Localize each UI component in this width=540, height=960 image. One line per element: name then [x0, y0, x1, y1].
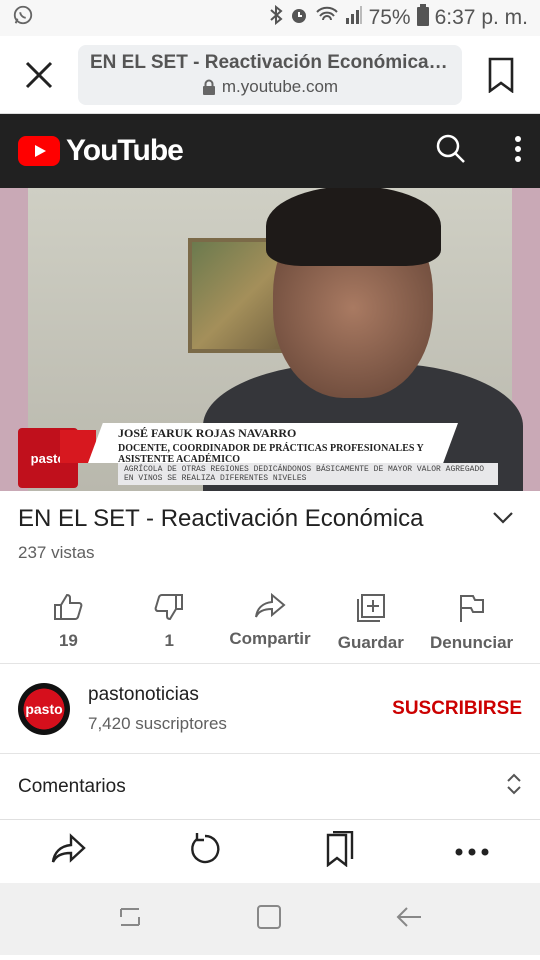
clock: 6:37 p. m. — [434, 6, 528, 29]
lock-icon — [202, 79, 215, 95]
add-to-playlist-icon — [356, 594, 385, 622]
back-button[interactable] — [395, 905, 423, 934]
youtube-header: YouTube — [0, 114, 540, 188]
save-label: Guardar — [337, 633, 404, 652]
subscriber-count: 7,420 suscriptores — [88, 713, 227, 733]
address-bar[interactable]: EN EL SET - Reactivación Económica - ...… — [78, 44, 462, 105]
subscribe-button[interactable]: SUSCRIBIRSE — [392, 698, 522, 720]
recents-icon — [119, 907, 140, 926]
system-navigation-bar — [0, 883, 540, 955]
view-count: 237 vistas — [18, 543, 95, 562]
report-button[interactable]: Denunciar — [421, 593, 522, 653]
share-page-button[interactable] — [51, 833, 87, 870]
reload-icon — [191, 833, 220, 864]
thumbs-down-icon — [154, 594, 184, 621]
bookmarks-button[interactable] — [324, 830, 354, 872]
youtube-logo-text: YouTube — [66, 134, 184, 167]
save-button[interactable]: Guardar — [320, 593, 421, 653]
bookmark-button[interactable] — [476, 50, 526, 100]
channel-name[interactable]: pastonoticias — [88, 684, 227, 706]
home-button[interactable] — [256, 904, 282, 935]
chevron-down-icon — [493, 512, 513, 524]
channel-row: pasto pastonoticias 7,420 suscriptores S… — [0, 664, 540, 753]
browser-bottom-toolbar — [0, 819, 540, 883]
speaker-role: DOCENTE, COORDINADOR DE PRÁCTICAS PROFES… — [118, 443, 424, 465]
recent-apps-button[interactable] — [117, 905, 143, 934]
url-host: m.youtube.com — [221, 77, 339, 96]
lower-third-nameplate: JOSÉ FARUK ROJAS NAVARRO DOCENTE, COORDI… — [88, 423, 458, 463]
share-arrow-icon — [51, 833, 86, 863]
youtube-logo[interactable]: YouTube — [18, 134, 184, 168]
share-label: Compartir — [229, 629, 311, 648]
comments-section-header[interactable]: Comentarios — [0, 754, 540, 819]
thumbs-up-icon — [54, 593, 83, 620]
search-icon — [436, 134, 465, 163]
dislike-count: 1 — [164, 631, 174, 650]
bookmarks-icon — [326, 830, 353, 868]
report-label: Denunciar — [430, 633, 514, 652]
bluetooth-icon — [269, 4, 283, 31]
page-title: EN EL SET - Reactivación Económica - ... — [90, 52, 450, 73]
browser-toolbar: EN EL SET - Reactivación Económica - ...… — [0, 36, 540, 114]
status-bar: 75% 6:37 p. m. — [0, 0, 540, 36]
home-icon — [256, 904, 281, 929]
video-info: EN EL SET - Reactivación Económica 237 v… — [0, 491, 540, 663]
battery-level: 75% — [368, 6, 411, 29]
expand-collapse-icon[interactable] — [506, 772, 522, 801]
video-player[interactable]: pasto JOSÉ FARUK ROJAS NAVARRO DOCENTE, … — [0, 188, 540, 491]
speaker-hair — [266, 188, 441, 266]
action-bar: 19 1 Compartir Guardar Denunciar — [18, 593, 522, 653]
close-icon — [25, 61, 53, 88]
like-count: 19 — [58, 631, 78, 650]
wifi-icon — [315, 5, 339, 31]
bookmark-icon — [488, 57, 514, 93]
more-vert-icon — [515, 135, 521, 162]
flag-icon — [459, 595, 484, 622]
alarm-icon — [289, 5, 309, 31]
youtube-play-icon — [18, 136, 60, 166]
reload-button[interactable] — [188, 832, 222, 871]
dislike-button[interactable]: 1 — [119, 593, 220, 653]
back-arrow-icon — [396, 906, 422, 927]
speaker-name: JOSÉ FARUK ROJAS NAVARRO — [118, 426, 297, 440]
like-button[interactable]: 19 — [18, 593, 119, 653]
overflow-menu-button[interactable] — [455, 843, 489, 861]
video-title: EN EL SET - Reactivación Económica — [18, 505, 424, 532]
more-options-button[interactable] — [514, 135, 522, 167]
expand-description-button[interactable] — [492, 511, 522, 530]
channel-avatar[interactable]: pasto — [18, 682, 70, 735]
battery-icon — [416, 4, 429, 32]
more-horiz-icon — [455, 848, 489, 855]
share-icon — [254, 593, 286, 618]
close-tab-button[interactable] — [14, 50, 64, 100]
whatsapp-icon — [12, 4, 34, 32]
search-button[interactable] — [436, 134, 466, 169]
comments-label: Comentarios — [18, 775, 126, 797]
share-button[interactable]: Compartir — [220, 593, 321, 653]
caption-ticker: AGRÍCOLA DE OTRAS REGIONES DEDICÁNDONOS … — [118, 463, 498, 485]
signal-icon — [345, 6, 363, 30]
